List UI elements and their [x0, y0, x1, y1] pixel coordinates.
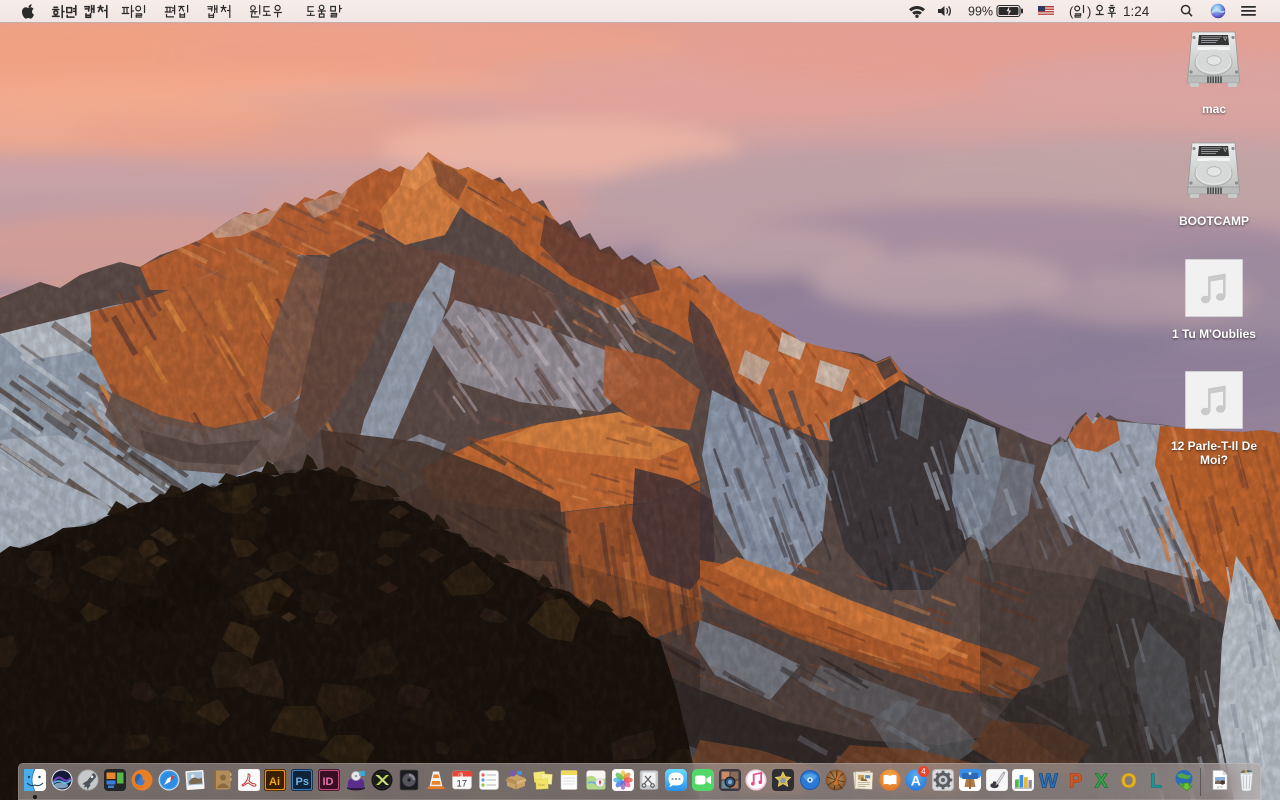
svg-text:99%: 99%	[968, 5, 993, 19]
svg-text:P: P	[1069, 771, 1082, 792]
svg-text:O: O	[1121, 771, 1137, 792]
svg-text:W: W	[1039, 771, 1058, 792]
svg-text:Ps: Ps	[296, 776, 309, 788]
svg-text:1:24: 1:24	[1123, 4, 1150, 19]
svg-text:): )	[1087, 4, 1091, 19]
svg-text:(: (	[1069, 4, 1074, 19]
svg-text:17: 17	[457, 779, 468, 790]
svg-text:ID: ID	[322, 776, 333, 788]
svg-text:L: L	[1150, 771, 1162, 792]
svg-text:Ai: Ai	[269, 776, 280, 788]
svg-text:Plan: Plan	[537, 783, 544, 787]
svg-text:7월: 7월	[458, 771, 464, 777]
svg-text:X: X	[1095, 771, 1109, 792]
svg-text:RTF: RTF	[1217, 786, 1223, 790]
